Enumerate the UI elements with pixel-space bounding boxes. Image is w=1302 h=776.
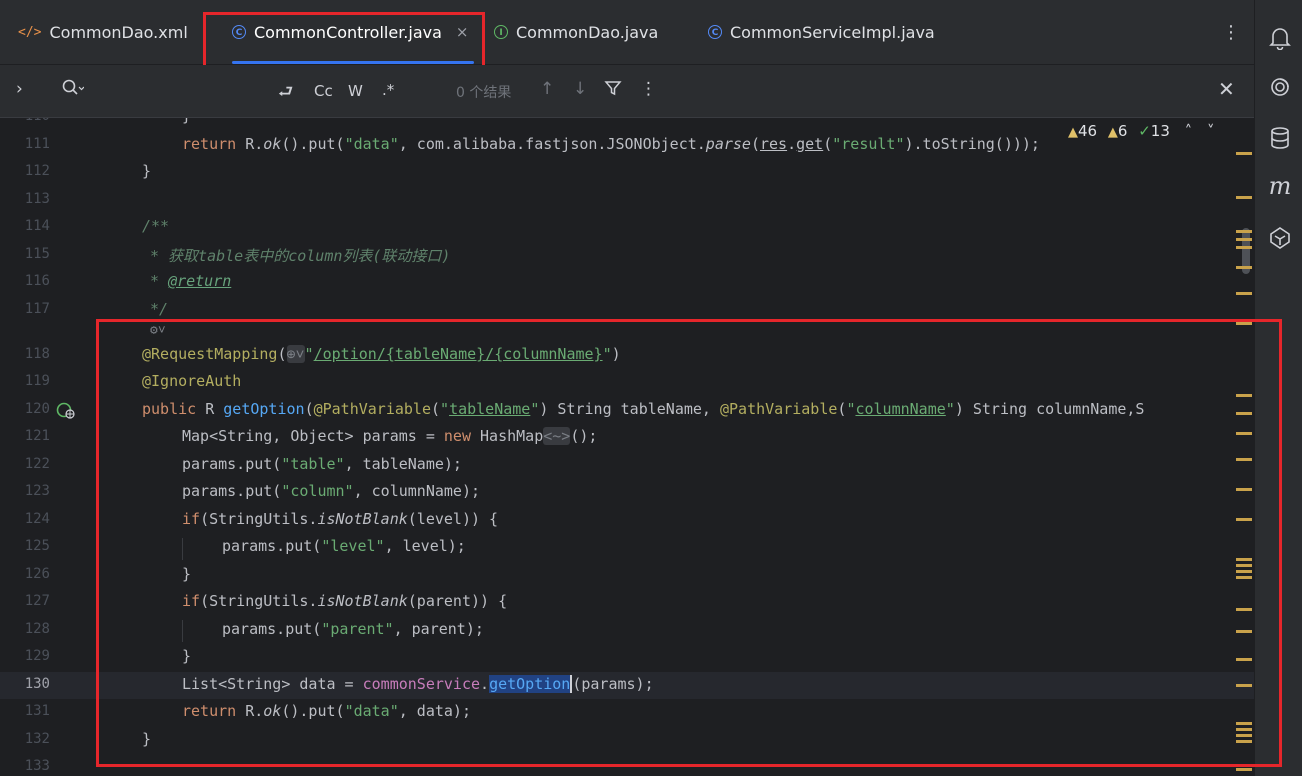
code-text: }	[182, 118, 191, 125]
weak-warning-icon: ▲	[1107, 125, 1118, 140]
line-number: 112	[24, 163, 50, 179]
warning-stripe-mark[interactable]	[1236, 266, 1252, 269]
tab-label: CommonDao.java	[516, 22, 659, 42]
editor-tab-bar: </> CommonDao.xml C CommonController.jav…	[0, 0, 1254, 65]
line-number: 131	[24, 703, 50, 719]
line-number: 126	[24, 566, 50, 582]
ai-assistant-icon[interactable]	[1267, 76, 1293, 103]
java-interface-icon: I	[494, 25, 508, 39]
typos-count: 13	[1150, 122, 1170, 140]
more-options-icon[interactable]: ⋮	[640, 79, 657, 99]
line-number: 127	[24, 593, 50, 609]
line-number: 117	[24, 301, 50, 317]
tab-commondao-xml[interactable]: </> CommonDao.xml	[18, 0, 188, 64]
endpoint-gutter-icon[interactable]	[56, 402, 76, 424]
typo-check-icon: ✓	[1138, 122, 1151, 140]
code-line: 112 }	[0, 159, 1254, 186]
regex-toggle[interactable]: .*	[382, 81, 394, 99]
line-number: 115	[24, 246, 50, 262]
expand-chevron-icon[interactable]: ›	[16, 79, 23, 99]
match-case-toggle[interactable]: Cc	[314, 82, 333, 100]
highlight-box-method	[96, 319, 1282, 767]
code-line: 115 * 获取table表中的column列表(联动接口)	[0, 242, 1254, 269]
warning-icon: ▲	[1068, 125, 1078, 140]
close-icon[interactable]: ✕	[1218, 77, 1235, 101]
line-number: 125	[24, 538, 50, 554]
copilot-icon[interactable]	[1267, 226, 1293, 255]
filter-icon[interactable]	[604, 79, 622, 102]
line-number: 133	[24, 758, 50, 774]
line-number: 120	[24, 401, 50, 417]
next-occurrence-icon[interactable]: ↓	[573, 79, 587, 99]
code-text: */	[150, 300, 169, 318]
maven-icon[interactable]: m	[1267, 172, 1293, 200]
xml-file-icon: </>	[18, 24, 42, 40]
line-number: 113	[24, 191, 50, 207]
java-class-icon: C	[708, 25, 722, 39]
line-number: 119	[24, 373, 50, 389]
previous-problem-icon[interactable]: ˄	[1185, 122, 1193, 140]
line-number: 129	[24, 648, 50, 664]
code-text: * @return	[150, 272, 232, 290]
warning-stripe-mark[interactable]	[1236, 196, 1252, 199]
tab-label: CommonDao.xml	[49, 22, 188, 42]
find-bar: › ⮐ Cc W .* 0 个结果 ↑ ↓ ⋮ ✕	[0, 65, 1254, 118]
warning-stripe-mark[interactable]	[1236, 292, 1252, 295]
tab-commonserviceimpl-java[interactable]: C CommonServiceImpl.java	[708, 0, 935, 64]
search-icon[interactable]	[62, 79, 85, 102]
code-line: 111 return R.ok().put("data", com.alibab…	[0, 132, 1254, 159]
line-number: 111	[24, 136, 50, 152]
code-text: * 获取table表中的column列表(联动接口)	[150, 247, 451, 265]
warning-stripe-mark[interactable]	[1236, 230, 1252, 233]
code-line: 114 /**	[0, 214, 1254, 241]
warning-stripe-mark[interactable]	[1236, 768, 1252, 771]
code-text: return R.ok().put("data", com.alibaba.fa…	[182, 135, 1040, 153]
database-icon[interactable]	[1267, 126, 1293, 155]
warning-stripe-mark[interactable]	[1236, 238, 1252, 241]
line-number: 121	[24, 428, 50, 444]
line-number: 118	[24, 346, 50, 362]
tab-label: CommonServiceImpl.java	[730, 22, 935, 42]
code-line: 110 }	[0, 118, 1254, 131]
code-text: }	[142, 162, 152, 180]
line-number: 130	[24, 676, 50, 692]
code-line: 116 * @return	[0, 269, 1254, 296]
notifications-bell-icon[interactable]	[1267, 26, 1293, 55]
weak-warnings-count: 6	[1117, 122, 1128, 140]
new-line-icon[interactable]: ⮐	[278, 79, 293, 108]
warning-stripe-mark[interactable]	[1236, 246, 1252, 249]
line-number: 128	[24, 621, 50, 637]
line-number: 122	[24, 456, 50, 472]
tab-commondao-java[interactable]: I CommonDao.java	[494, 0, 658, 64]
line-number: 124	[24, 511, 50, 527]
code-text: /**	[142, 217, 170, 235]
code-line: 113	[0, 187, 1254, 214]
line-number: 110	[0, 118, 50, 124]
line-number: 132	[24, 731, 50, 747]
warnings-count: 46	[1078, 122, 1098, 140]
line-number: 114	[24, 218, 50, 234]
warning-stripe-mark[interactable]	[1236, 152, 1252, 155]
previous-occurrence-icon[interactable]: ↑	[540, 79, 554, 99]
search-results-count: 0 个结果	[456, 85, 512, 101]
line-number: 116	[24, 273, 50, 289]
inspections-widget[interactable]: ▲46 ▲6 ✓13 ˄ ˅	[1068, 122, 1215, 140]
next-problem-icon[interactable]: ˅	[1207, 122, 1215, 140]
words-toggle[interactable]: W	[348, 82, 363, 100]
line-number: 123	[24, 483, 50, 499]
more-options-icon[interactable]: ⋮	[1222, 24, 1240, 42]
